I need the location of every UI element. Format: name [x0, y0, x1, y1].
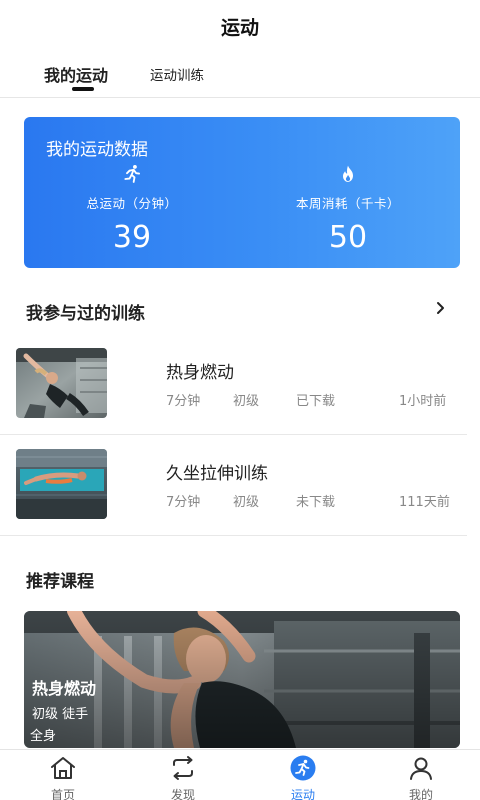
training-duration: 7分钟 [166, 394, 201, 409]
row-divider [0, 434, 467, 435]
course-body-part: 全身 [30, 729, 57, 744]
running-icon [124, 165, 140, 183]
week-burn-label: 本周消耗（千卡） [295, 196, 400, 211]
app-header: 运动 [0, 0, 480, 52]
training-download-status: 已下载 [296, 394, 336, 409]
total-sport-value: 39 [112, 220, 152, 255]
training-duration: 7分钟 [166, 495, 201, 510]
training-name: 热身燃动 [166, 363, 234, 383]
recommend-section-title: 推荐课程 [26, 572, 94, 592]
training-last-time: 111天前 [399, 495, 450, 510]
total-sport-label: 总运动（分钟） [86, 196, 178, 211]
training-item-warmup[interactable]: 热身燃动 7分钟 初级 已下载 1小时前 [0, 348, 480, 448]
tab-my-sport[interactable]: 我的运动 [44, 62, 108, 86]
nav-label: 运动 [290, 788, 315, 800]
training-level: 初级 [233, 394, 260, 409]
trained-section-title: 我参与过的训练 [26, 304, 145, 324]
training-download-status: 未下载 [296, 495, 336, 510]
training-name: 久坐拉伸训练 [166, 464, 268, 484]
nav-sport[interactable]: 运动 [263, 755, 343, 800]
course-level: 初级 徒手 [32, 707, 89, 722]
training-item-stretch[interactable]: 久坐拉伸训练 7分钟 初级 未下载 111天前 [0, 449, 480, 549]
tab-bar: 我的运动 运动训练 [0, 52, 480, 98]
nav-label: 发现 [170, 788, 195, 800]
bottom-nav: 首页 发现 运动 我的 [0, 749, 480, 800]
nav-label: 我的 [408, 788, 433, 800]
page-title: 运动 [220, 16, 259, 39]
sport-stats-card[interactable]: 我的运动数据 总运动（分钟） 39 本周消耗（千卡） 50 [24, 117, 460, 268]
course-name: 热身燃动 [32, 679, 97, 698]
profile-icon [410, 757, 432, 780]
week-burn-value: 50 [328, 220, 368, 255]
nav-profile[interactable]: 我的 [381, 755, 461, 800]
nav-discover[interactable]: 发现 [143, 755, 223, 800]
tab-indicator [72, 87, 94, 91]
tab-sport-training[interactable]: 运动训练 [150, 64, 204, 84]
sport-icon [290, 755, 316, 781]
training-level: 初级 [233, 495, 260, 510]
stretch-thumbnail [16, 449, 107, 519]
discover-icon [173, 756, 193, 780]
week-burn-stat: 本周消耗（千卡） 50 [268, 163, 428, 255]
nav-home[interactable]: 首页 [23, 755, 103, 800]
training-last-time: 1小时前 [399, 394, 447, 409]
nav-label: 首页 [50, 788, 75, 800]
warmup-thumbnail [16, 348, 107, 418]
row-divider [0, 535, 467, 536]
flame-icon [343, 165, 353, 182]
total-sport-stat: 总运动（分钟） 39 [52, 163, 212, 255]
stats-card-title: 我的运动数据 [46, 140, 148, 160]
home-icon [51, 757, 75, 779]
chevron-right-icon[interactable] [434, 300, 448, 316]
recommended-course-card[interactable]: 热身燃动 初级 徒手 全身 [24, 611, 460, 748]
